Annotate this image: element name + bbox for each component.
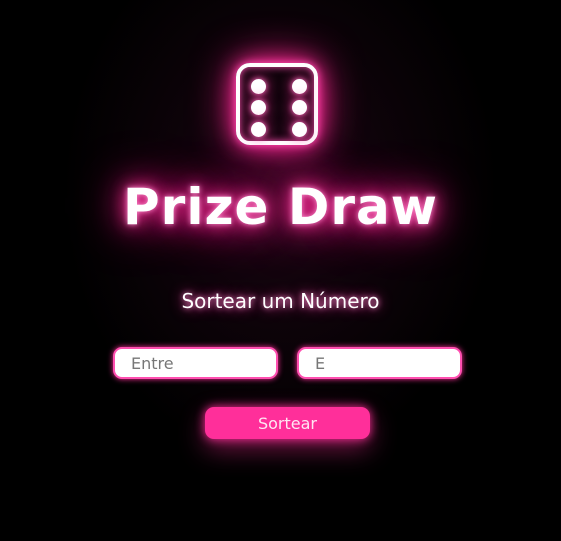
page-title: Prize Draw bbox=[123, 178, 438, 236]
dice-pip bbox=[292, 100, 307, 115]
range-end-input[interactable] bbox=[297, 347, 462, 379]
section-subtitle: Sortear um Número bbox=[181, 289, 380, 313]
dice-pip bbox=[251, 79, 266, 94]
dice-pip bbox=[251, 122, 266, 137]
app-page: Prize Draw Sortear um Número Sortear bbox=[0, 0, 561, 541]
dice-six-icon bbox=[236, 63, 318, 145]
dice-pip bbox=[251, 100, 266, 115]
dice-pip bbox=[292, 79, 307, 94]
draw-button[interactable]: Sortear bbox=[205, 407, 370, 439]
range-start-input[interactable] bbox=[113, 347, 278, 379]
dice-pip bbox=[292, 122, 307, 137]
